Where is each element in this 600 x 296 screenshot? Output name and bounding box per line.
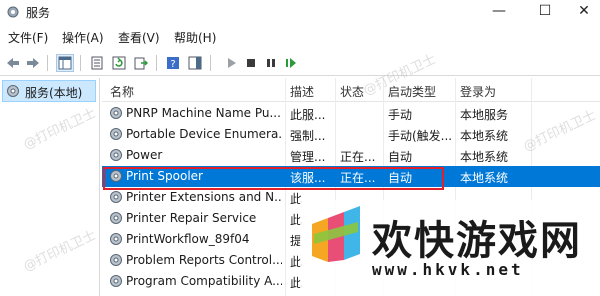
gear-icon bbox=[7, 85, 19, 97]
cell-name: Portable Device Enumera... bbox=[126, 127, 282, 141]
cell-name: Printer Extensions and N... bbox=[126, 190, 282, 204]
column-header-status[interactable]: 状态 bbox=[340, 83, 364, 100]
cell-name: PrintWorkflow_89f04 bbox=[126, 232, 250, 246]
menu-file[interactable]: 文件(F) bbox=[8, 29, 48, 46]
cell-log-on-as: 本地服务 bbox=[460, 108, 509, 122]
table-header: 名称 描述 状态 启动类型 登录为 bbox=[102, 78, 600, 102]
cell-name: Power bbox=[126, 148, 163, 162]
menu-view[interactable]: 查看(V) bbox=[118, 29, 160, 46]
restart-service-icon[interactable] bbox=[282, 54, 300, 72]
show-hide-pane-icon[interactable] bbox=[186, 54, 204, 72]
table-row[interactable]: Portable Device Enumera... 强制... 手动(触发... 本… bbox=[102, 124, 600, 145]
cell-startup-type: 手动 bbox=[388, 108, 413, 122]
help-icon[interactable]: ? bbox=[164, 54, 182, 72]
minimize-button[interactable]: — bbox=[476, 0, 522, 24]
brand-name: 欢快游戏网 bbox=[372, 218, 582, 264]
red-highlight-box bbox=[103, 167, 444, 190]
column-header-description[interactable]: 描述 bbox=[290, 83, 314, 100]
cell-name: Program Compatibility A... bbox=[126, 274, 282, 288]
cell-status: 正在... bbox=[340, 150, 376, 164]
cell-name: Printer Repair Service bbox=[126, 211, 257, 225]
column-header-name[interactable]: 名称 bbox=[110, 83, 134, 100]
back-arrow-icon[interactable] bbox=[4, 54, 22, 72]
brand-logo-icon bbox=[312, 206, 360, 262]
cell-name: Problem Reports Control... bbox=[126, 253, 282, 267]
console-tree-pane: 服务(本地) bbox=[0, 78, 100, 296]
tree-item-label: 服务(本地) bbox=[25, 86, 83, 100]
gear-icon bbox=[110, 212, 122, 224]
tree-item-services-local[interactable]: 服务(本地) bbox=[2, 80, 96, 102]
menu-help[interactable]: 帮助(H) bbox=[174, 29, 216, 46]
cell-log-on-as: 本地系统 bbox=[460, 171, 509, 185]
column-header-log-on-as[interactable]: 登录为 bbox=[460, 83, 496, 100]
column-header-startup-type[interactable]: 启动类型 bbox=[388, 83, 436, 100]
gear-icon bbox=[110, 149, 122, 161]
gear-icon bbox=[110, 191, 122, 203]
export-list-icon[interactable] bbox=[132, 54, 150, 72]
cell-startup-type: 自动 bbox=[388, 150, 413, 164]
gear-icon bbox=[110, 233, 122, 245]
services-app-icon bbox=[7, 6, 19, 18]
cell-description: 强制... bbox=[290, 129, 326, 143]
cell-startup-type: 手动(触发... bbox=[388, 129, 453, 143]
menu-action[interactable]: 操作(A) bbox=[62, 29, 104, 46]
gear-icon bbox=[110, 275, 122, 287]
start-service-icon[interactable] bbox=[222, 54, 240, 72]
cell-description: 此服... bbox=[290, 108, 326, 122]
menu-bar: 文件(F) 操作(A) 查看(V) 帮助(H) bbox=[0, 27, 600, 47]
table-row[interactable]: PNRP Machine Name Pu... 此服... 手动 本地服务 bbox=[102, 103, 600, 124]
close-button[interactable]: ✕ bbox=[568, 0, 600, 24]
refresh-icon[interactable] bbox=[110, 54, 128, 72]
window-title: 服务 bbox=[26, 6, 51, 20]
gear-icon bbox=[110, 254, 122, 266]
stop-service-icon[interactable] bbox=[242, 54, 260, 72]
pause-service-icon[interactable] bbox=[262, 54, 280, 72]
table-row[interactable]: Power 管理... 正在... 自动 本地系统 bbox=[102, 145, 600, 166]
title-bar: 服务 — ☐ ✕ bbox=[0, 0, 600, 24]
properties-icon[interactable] bbox=[88, 54, 106, 72]
cell-name: PNRP Machine Name Pu... bbox=[126, 106, 281, 120]
cell-log-on-as: 本地系统 bbox=[460, 150, 509, 164]
gear-icon bbox=[110, 128, 122, 140]
maximize-button[interactable]: ☐ bbox=[522, 0, 568, 24]
cell-description: 管理... bbox=[290, 150, 326, 164]
toolbar: ? bbox=[0, 50, 600, 76]
gear-icon bbox=[110, 107, 122, 119]
svg-text:?: ? bbox=[170, 59, 175, 70]
brand-url: www.hkvk.net bbox=[372, 260, 524, 279]
console-tree-icon[interactable] bbox=[56, 54, 74, 72]
cell-log-on-as: 本地系统 bbox=[460, 129, 509, 143]
brand-overlay: 欢快游戏网 www.hkvk.net bbox=[300, 200, 600, 296]
forward-arrow-icon[interactable] bbox=[24, 54, 42, 72]
